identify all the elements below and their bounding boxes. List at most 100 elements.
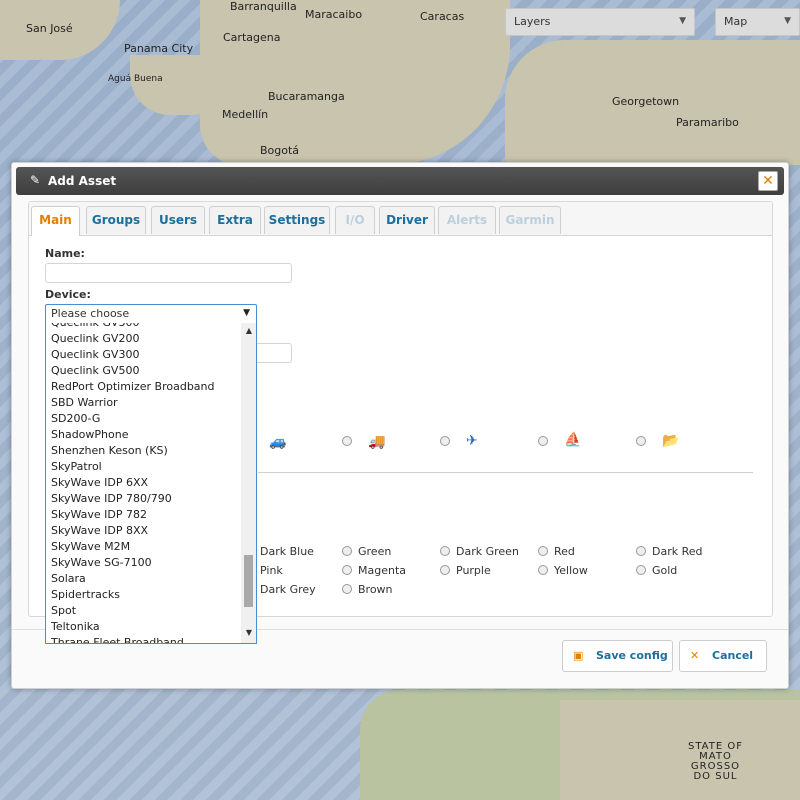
radio-color[interactable] bbox=[636, 565, 646, 575]
color-label: Dark Red bbox=[652, 545, 703, 558]
tab-users[interactable]: Users bbox=[151, 206, 205, 234]
boat-icon: ⛵ bbox=[564, 432, 582, 448]
tab-garmin: Garmin bbox=[499, 206, 561, 234]
cancel-label: Cancel bbox=[712, 649, 754, 662]
map-type-select[interactable]: Map ▼ bbox=[715, 8, 800, 36]
truck-icon: 🚚 bbox=[368, 434, 386, 450]
pencil-icon: ✎ bbox=[30, 173, 41, 187]
device-option[interactable]: SkyWave IDP 782 bbox=[51, 508, 147, 521]
close-button[interactable]: ✕ bbox=[758, 171, 778, 191]
city-label: Panama City bbox=[124, 42, 194, 55]
city-label: Caracas bbox=[420, 10, 465, 23]
device-option[interactable]: Queclink GV300 bbox=[51, 348, 139, 361]
device-option[interactable]: SkyWave IDP 8XX bbox=[51, 524, 148, 537]
color-label: Gold bbox=[652, 564, 678, 577]
radio-color[interactable] bbox=[342, 584, 352, 594]
device-option[interactable]: SD200-G bbox=[51, 412, 100, 425]
color-label: Dark Blue bbox=[260, 545, 314, 558]
tab-io: I/O bbox=[335, 206, 375, 234]
device-option[interactable]: Queclink GV300 bbox=[51, 323, 139, 329]
city-label: San José bbox=[26, 22, 73, 35]
device-dropdown-list[interactable]: Queclink GV300 Queclink GV200 Queclink GV3… bbox=[45, 323, 257, 644]
radio-color[interactable] bbox=[538, 565, 548, 575]
dialog-title: Add Asset bbox=[48, 174, 117, 188]
secondary-input[interactable] bbox=[255, 343, 292, 363]
name-input[interactable] bbox=[45, 263, 292, 283]
color-label: Brown bbox=[358, 583, 393, 596]
save-config-label: Save config bbox=[596, 649, 668, 662]
device-option[interactable]: Spot bbox=[51, 604, 76, 617]
state-label: STATE OF MATO GROSSO DO SUL bbox=[688, 741, 743, 782]
device-option[interactable]: Solara bbox=[51, 572, 86, 585]
cancel-icon: ✕ bbox=[690, 649, 700, 662]
color-label: Dark Green bbox=[456, 545, 519, 558]
color-label: Pink bbox=[260, 564, 283, 577]
device-option[interactable]: Spidertracks bbox=[51, 588, 120, 601]
tab-extra[interactable]: Extra bbox=[209, 206, 261, 234]
radio-folder[interactable] bbox=[636, 436, 646, 446]
device-select[interactable]: Please choose ▼ bbox=[45, 304, 257, 324]
device-option[interactable]: SkyWave SG-7100 bbox=[51, 556, 152, 569]
radio-color[interactable] bbox=[440, 565, 450, 575]
radio-color[interactable] bbox=[342, 546, 352, 556]
map-background[interactable]: San José Barranquilla Maracaibo Caracas … bbox=[0, 0, 800, 800]
radio-color[interactable] bbox=[636, 546, 646, 556]
radio-truck[interactable] bbox=[342, 436, 352, 446]
map-land bbox=[130, 55, 230, 115]
device-option[interactable]: SkyWave IDP 6XX bbox=[51, 476, 148, 489]
device-option[interactable]: SkyPatrol bbox=[51, 460, 102, 473]
scrollbar-thumb[interactable] bbox=[244, 555, 253, 607]
car-icon: 🚙 bbox=[269, 434, 287, 450]
tab-main[interactable]: Main bbox=[31, 206, 80, 236]
scroll-up-icon[interactable]: ▲ bbox=[246, 326, 252, 335]
radio-boat[interactable] bbox=[538, 436, 548, 446]
city-label: Bucaramanga bbox=[268, 90, 345, 103]
color-label: Dark Grey bbox=[260, 583, 316, 596]
tab-bar: Main Groups Users Extra Settings I/O Dri… bbox=[29, 202, 772, 236]
device-option[interactable]: Shenzhen Keson (KS) bbox=[51, 444, 168, 457]
city-label: Georgetown bbox=[612, 95, 680, 108]
device-option[interactable]: SBD Warrior bbox=[51, 396, 118, 409]
name-label: Name: bbox=[45, 247, 85, 260]
device-option[interactable]: Thrane Fleet Broadband bbox=[51, 636, 184, 643]
city-label: Paramaribo bbox=[676, 116, 739, 129]
close-icon: ✕ bbox=[762, 173, 774, 189]
layers-select[interactable]: Layers ▼ bbox=[505, 8, 695, 36]
color-label: Magenta bbox=[358, 564, 407, 577]
folder-icon: 📂 bbox=[662, 433, 680, 449]
device-option[interactable]: RedPort Optimizer Broadband bbox=[51, 380, 215, 393]
color-label: Green bbox=[358, 545, 392, 558]
plane-icon: ✈ bbox=[466, 433, 478, 449]
color-label: Red bbox=[554, 545, 575, 558]
map-land bbox=[560, 700, 800, 800]
city-label: Bogotá bbox=[260, 144, 300, 157]
device-option[interactable]: Queclink GV200 bbox=[51, 332, 139, 345]
cancel-button[interactable]: ✕ Cancel bbox=[679, 640, 767, 672]
tab-groups[interactable]: Groups bbox=[86, 206, 146, 234]
city-label: Cartagena bbox=[223, 31, 281, 44]
scroll-down-icon[interactable]: ▼ bbox=[246, 628, 252, 637]
tab-driver[interactable]: Driver bbox=[379, 206, 435, 234]
chevron-down-icon: ▼ bbox=[784, 16, 791, 26]
radio-plane[interactable] bbox=[440, 436, 450, 446]
color-label: Yellow bbox=[554, 564, 588, 577]
tab-settings[interactable]: Settings bbox=[264, 206, 330, 234]
device-option[interactable]: SkyWave M2M bbox=[51, 540, 130, 553]
radio-color[interactable] bbox=[342, 565, 352, 575]
radio-color[interactable] bbox=[538, 546, 548, 556]
map-land bbox=[200, 0, 510, 165]
city-label: Medellín bbox=[222, 108, 269, 121]
dialog-titlebar[interactable]: ✎ Add Asset ✕ bbox=[16, 167, 784, 195]
chevron-down-icon: ▼ bbox=[679, 16, 686, 26]
radio-color[interactable] bbox=[440, 546, 450, 556]
city-label: Barranquilla bbox=[230, 0, 297, 13]
device-option[interactable]: ShadowPhone bbox=[51, 428, 128, 441]
tab-alerts: Alerts bbox=[438, 206, 496, 234]
city-label: Aguá Buena bbox=[108, 74, 163, 84]
device-option[interactable]: Teltonika bbox=[51, 620, 100, 633]
device-option[interactable]: Queclink GV500 bbox=[51, 364, 139, 377]
scrollbar[interactable]: ▲ ▼ bbox=[241, 323, 256, 643]
save-config-button[interactable]: ▣ Save config bbox=[562, 640, 673, 672]
chevron-down-icon: ▼ bbox=[243, 308, 250, 318]
device-option[interactable]: SkyWave IDP 780/790 bbox=[51, 492, 172, 505]
